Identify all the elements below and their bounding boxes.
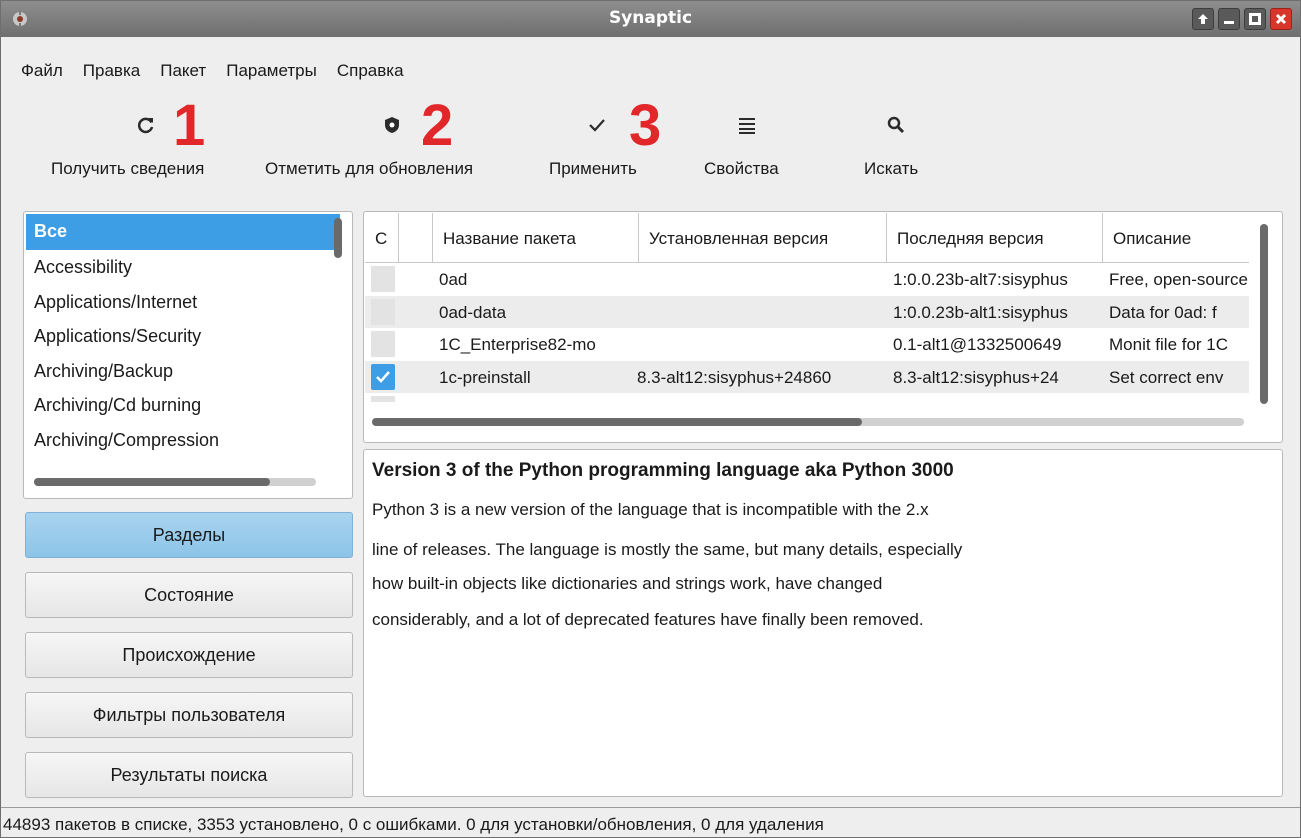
status-text: 44893 пакетов в списке, 3353 установлено… [3,815,824,834]
package-description: Data for 0ad: f [1109,302,1217,322]
window-maximize-button[interactable] [1244,8,1266,30]
package-checkbox[interactable] [371,331,395,357]
list-icon [739,118,755,134]
package-installed-version [637,263,887,295]
package-installed-version: 8.3-alt12:sisyphus+24860 [637,367,832,387]
step-number-3: 3 [629,93,662,158]
apply-button[interactable]: 3 Применить [547,97,677,191]
checkmark-icon [589,119,605,132]
step-number-2: 2 [421,93,454,158]
menu-file[interactable]: Файл [11,59,73,83]
menu-bar: Файл Правка Пакет Параметры Справка [11,59,414,83]
maximize-icon [1249,13,1261,25]
package-latest-version: 1:0.0.23b-alt1:sisyphus [893,302,1068,322]
package-table: С Название пакета Установленная версия П… [365,213,1249,402]
description-panel: Version 3 of the Python programming lang… [363,449,1283,797]
table-header: С Название пакета Установленная версия П… [365,213,1249,263]
search-results-button[interactable]: Результаты поиска [25,752,353,798]
column-header-status[interactable]: С [365,213,399,263]
window-title: Synaptic [608,8,693,28]
package-latest-version: 8.3-alt12:sisyphus+24 [893,367,1059,387]
package-name: 0ad-data [439,302,507,322]
package-installed-version [637,296,887,328]
table-row[interactable]: 0ad 1:0.0.23b-alt7:sisyphus Free, open-s… [365,263,1249,296]
package-list-panel: С Название пакета Установленная версия П… [363,211,1283,443]
shield-icon [385,117,399,133]
category-vertical-scrollbar[interactable] [334,218,342,258]
package-latest-version: 0.1-alt1@1332500649 [893,335,1062,354]
package-name: 0ad [439,270,468,289]
window-up-button[interactable] [1192,8,1214,30]
column-header-description[interactable]: Описание [1103,213,1249,263]
properties-button[interactable]: Свойства [701,101,801,191]
refresh-icon [137,117,154,134]
package-description: Set correct env [1109,367,1224,387]
search-icon [887,116,905,134]
search-button[interactable]: Искать [851,101,941,191]
origin-button[interactable]: Происхождение [25,632,353,678]
toolbar: 1 Получить сведения 2 Отметить для обнов… [1,97,1001,191]
menu-package[interactable]: Пакет [150,59,216,83]
window-close-button[interactable] [1270,8,1292,30]
column-header-support[interactable] [399,213,433,263]
properties-label: Свойства [704,159,779,178]
table-row[interactable]: 1C_Enterprise82-mo 0.1-alt1@1332500649 M… [365,328,1249,361]
package-checkbox[interactable] [371,298,395,325]
menu-edit[interactable]: Правка [73,59,150,83]
description-line: considerably, and a lot of deprecated fe… [372,610,924,629]
arrow-up-icon [1198,14,1208,24]
category-item[interactable]: Archiving/Backup [26,354,340,389]
custom-filters-button[interactable]: Фильтры пользователя [25,692,353,738]
package-checkbox[interactable] [371,266,395,292]
package-checkbox-checked[interactable] [371,363,395,390]
mark-upgrades-label: Отметить для обновления [265,159,474,178]
package-latest-version: 1:0.0.23b-alt7:sisyphus [893,270,1068,289]
title-bar[interactable]: Synaptic [1,1,1300,37]
menu-help[interactable]: Справка [327,59,414,83]
description-title: Version 3 of the Python programming lang… [372,460,954,481]
search-label: Искать [864,159,919,178]
package-description: Monit file for 1C [1109,335,1229,354]
status-bar: 44893 пакетов в списке, 3353 установлено… [1,807,1300,837]
apply-label: Применить [549,159,637,178]
table-row[interactable]: 0ad-data 1:0.0.23b-alt1:sisyphus Data fo… [365,295,1249,328]
reload-button[interactable]: 1 Получить сведения [1,97,261,191]
menu-settings[interactable]: Параметры [216,59,327,83]
step-number-1: 1 [173,93,206,158]
status-button[interactable]: Состояние [25,572,353,618]
category-list: Все Accessibility Applications/Internet … [26,214,340,457]
table-row[interactable]: 1c-preinstall 8.3-alt12:sisyphus+24860 8… [365,360,1249,393]
window-minimize-button[interactable] [1218,8,1240,30]
column-header-package-name[interactable]: Название пакета [433,213,639,263]
category-item-all[interactable]: Все [26,214,340,250]
category-horizontal-scrollbar[interactable] [34,478,270,486]
package-installed-version [637,328,887,360]
category-item[interactable]: Archiving/Compression [26,423,340,458]
close-icon [1275,13,1287,25]
category-item[interactable]: Accessibility [26,250,340,285]
description-line: Python 3 is a new version of the languag… [372,500,929,519]
package-description: Free, open-source [1109,270,1248,289]
mark-upgrades-button[interactable]: 2 Отметить для обновления [263,97,543,191]
category-list-panel: Все Accessibility Applications/Internet … [23,211,353,499]
column-header-installed-version[interactable]: Установленная версия [639,213,887,263]
package-vertical-scrollbar[interactable] [1260,224,1268,404]
minimize-icon [1224,21,1234,24]
description-line: how built-in objects like dictionaries a… [372,574,883,593]
category-item[interactable]: Applications/Internet [26,285,340,320]
package-name: 1C_Enterprise82-mo [439,335,596,354]
description-line: line of releases. The language is mostly… [372,540,963,559]
checkmark-icon [376,370,390,383]
sections-button[interactable]: Разделы [25,512,353,558]
table-row-partial[interactable] [365,393,1249,402]
package-name: 1c-preinstall [439,367,531,387]
category-item[interactable]: Archiving/Cd burning [26,388,340,423]
column-header-latest-version[interactable]: Последняя версия [887,213,1103,263]
reload-label: Получить сведения [51,159,205,178]
package-checkbox[interactable] [371,396,395,402]
package-horizontal-scrollbar[interactable] [372,418,862,426]
synaptic-window: Synaptic Файл Правка Пакет Параметры Спр… [0,0,1301,838]
category-item[interactable]: Applications/Security [26,319,340,354]
